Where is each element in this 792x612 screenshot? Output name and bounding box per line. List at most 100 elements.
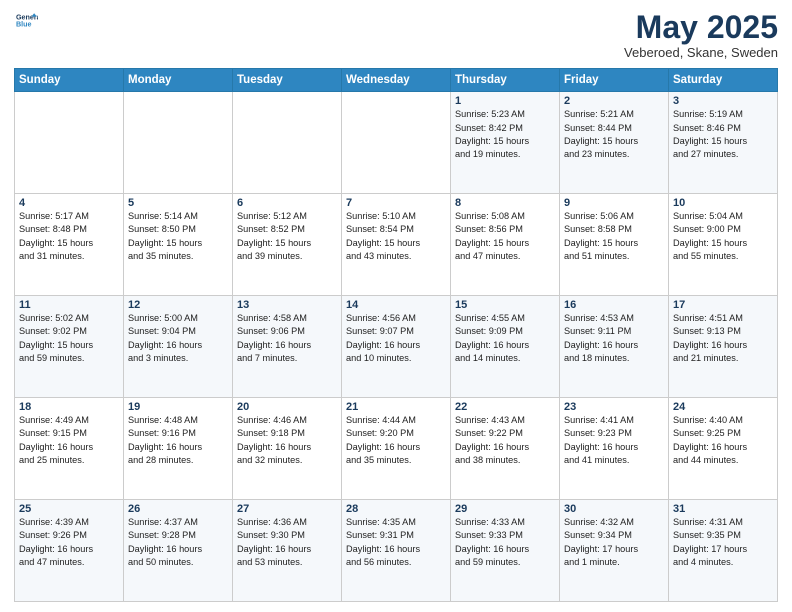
calendar-week-3: 11Sunrise: 5:02 AM Sunset: 9:02 PM Dayli…	[15, 296, 778, 398]
day-info: Sunrise: 4:48 AM Sunset: 9:16 PM Dayligh…	[128, 414, 228, 467]
calendar-cell: 16Sunrise: 4:53 AM Sunset: 9:11 PM Dayli…	[560, 296, 669, 398]
day-number: 1	[455, 95, 555, 107]
day-info: Sunrise: 4:53 AM Sunset: 9:11 PM Dayligh…	[564, 312, 664, 365]
calendar-cell	[15, 92, 124, 194]
day-info: Sunrise: 4:43 AM Sunset: 9:22 PM Dayligh…	[455, 414, 555, 467]
day-number: 19	[128, 401, 228, 413]
calendar-week-1: 1Sunrise: 5:23 AM Sunset: 8:42 PM Daylig…	[15, 92, 778, 194]
day-number: 8	[455, 197, 555, 209]
day-number: 20	[237, 401, 337, 413]
logo: General Blue	[14, 10, 38, 37]
day-info: Sunrise: 5:14 AM Sunset: 8:50 PM Dayligh…	[128, 210, 228, 263]
day-number: 13	[237, 299, 337, 311]
day-number: 10	[673, 197, 773, 209]
day-number: 28	[346, 503, 446, 515]
location: Veberoed, Skane, Sweden	[624, 45, 778, 60]
calendar-cell: 5Sunrise: 5:14 AM Sunset: 8:50 PM Daylig…	[124, 194, 233, 296]
day-info: Sunrise: 5:12 AM Sunset: 8:52 PM Dayligh…	[237, 210, 337, 263]
calendar-cell: 14Sunrise: 4:56 AM Sunset: 9:07 PM Dayli…	[342, 296, 451, 398]
day-info: Sunrise: 5:06 AM Sunset: 8:58 PM Dayligh…	[564, 210, 664, 263]
calendar-cell	[342, 92, 451, 194]
day-info: Sunrise: 4:51 AM Sunset: 9:13 PM Dayligh…	[673, 312, 773, 365]
weekday-header-wednesday: Wednesday	[342, 69, 451, 92]
day-number: 3	[673, 95, 773, 107]
day-number: 9	[564, 197, 664, 209]
day-info: Sunrise: 4:55 AM Sunset: 9:09 PM Dayligh…	[455, 312, 555, 365]
calendar-cell: 29Sunrise: 4:33 AM Sunset: 9:33 PM Dayli…	[451, 500, 560, 602]
day-info: Sunrise: 5:10 AM Sunset: 8:54 PM Dayligh…	[346, 210, 446, 263]
calendar-cell: 20Sunrise: 4:46 AM Sunset: 9:18 PM Dayli…	[233, 398, 342, 500]
calendar-cell: 12Sunrise: 5:00 AM Sunset: 9:04 PM Dayli…	[124, 296, 233, 398]
month-title: May 2025	[624, 10, 778, 45]
day-info: Sunrise: 5:23 AM Sunset: 8:42 PM Dayligh…	[455, 108, 555, 161]
weekday-header-friday: Friday	[560, 69, 669, 92]
calendar-cell: 26Sunrise: 4:37 AM Sunset: 9:28 PM Dayli…	[124, 500, 233, 602]
day-number: 23	[564, 401, 664, 413]
day-number: 21	[346, 401, 446, 413]
page: General Blue May 2025 Veberoed, Skane, S…	[0, 0, 792, 612]
calendar-week-4: 18Sunrise: 4:49 AM Sunset: 9:15 PM Dayli…	[15, 398, 778, 500]
calendar-cell: 28Sunrise: 4:35 AM Sunset: 9:31 PM Dayli…	[342, 500, 451, 602]
weekday-header-row: SundayMondayTuesdayWednesdayThursdayFrid…	[15, 69, 778, 92]
title-block: May 2025 Veberoed, Skane, Sweden	[624, 10, 778, 60]
calendar-week-2: 4Sunrise: 5:17 AM Sunset: 8:48 PM Daylig…	[15, 194, 778, 296]
day-number: 18	[19, 401, 119, 413]
day-info: Sunrise: 4:41 AM Sunset: 9:23 PM Dayligh…	[564, 414, 664, 467]
calendar-cell: 8Sunrise: 5:08 AM Sunset: 8:56 PM Daylig…	[451, 194, 560, 296]
day-number: 5	[128, 197, 228, 209]
day-info: Sunrise: 4:39 AM Sunset: 9:26 PM Dayligh…	[19, 516, 119, 569]
day-number: 25	[19, 503, 119, 515]
calendar-cell: 7Sunrise: 5:10 AM Sunset: 8:54 PM Daylig…	[342, 194, 451, 296]
calendar-cell: 18Sunrise: 4:49 AM Sunset: 9:15 PM Dayli…	[15, 398, 124, 500]
calendar-cell: 15Sunrise: 4:55 AM Sunset: 9:09 PM Dayli…	[451, 296, 560, 398]
day-info: Sunrise: 5:02 AM Sunset: 9:02 PM Dayligh…	[19, 312, 119, 365]
day-info: Sunrise: 4:49 AM Sunset: 9:15 PM Dayligh…	[19, 414, 119, 467]
calendar-week-5: 25Sunrise: 4:39 AM Sunset: 9:26 PM Dayli…	[15, 500, 778, 602]
day-info: Sunrise: 4:37 AM Sunset: 9:28 PM Dayligh…	[128, 516, 228, 569]
day-info: Sunrise: 5:17 AM Sunset: 8:48 PM Dayligh…	[19, 210, 119, 263]
day-number: 26	[128, 503, 228, 515]
day-info: Sunrise: 4:31 AM Sunset: 9:35 PM Dayligh…	[673, 516, 773, 569]
day-info: Sunrise: 4:32 AM Sunset: 9:34 PM Dayligh…	[564, 516, 664, 569]
day-info: Sunrise: 4:58 AM Sunset: 9:06 PM Dayligh…	[237, 312, 337, 365]
day-number: 16	[564, 299, 664, 311]
day-info: Sunrise: 4:36 AM Sunset: 9:30 PM Dayligh…	[237, 516, 337, 569]
day-info: Sunrise: 5:08 AM Sunset: 8:56 PM Dayligh…	[455, 210, 555, 263]
calendar-cell: 19Sunrise: 4:48 AM Sunset: 9:16 PM Dayli…	[124, 398, 233, 500]
calendar-cell: 25Sunrise: 4:39 AM Sunset: 9:26 PM Dayli…	[15, 500, 124, 602]
calendar-table: SundayMondayTuesdayWednesdayThursdayFrid…	[14, 68, 778, 602]
calendar-cell: 31Sunrise: 4:31 AM Sunset: 9:35 PM Dayli…	[669, 500, 778, 602]
day-number: 2	[564, 95, 664, 107]
day-number: 27	[237, 503, 337, 515]
calendar-cell: 11Sunrise: 5:02 AM Sunset: 9:02 PM Dayli…	[15, 296, 124, 398]
calendar-cell: 24Sunrise: 4:40 AM Sunset: 9:25 PM Dayli…	[669, 398, 778, 500]
calendar-cell: 6Sunrise: 5:12 AM Sunset: 8:52 PM Daylig…	[233, 194, 342, 296]
day-info: Sunrise: 4:40 AM Sunset: 9:25 PM Dayligh…	[673, 414, 773, 467]
day-number: 6	[237, 197, 337, 209]
calendar-cell: 3Sunrise: 5:19 AM Sunset: 8:46 PM Daylig…	[669, 92, 778, 194]
day-number: 12	[128, 299, 228, 311]
day-number: 22	[455, 401, 555, 413]
calendar-cell: 2Sunrise: 5:21 AM Sunset: 8:44 PM Daylig…	[560, 92, 669, 194]
calendar-body: 1Sunrise: 5:23 AM Sunset: 8:42 PM Daylig…	[15, 92, 778, 602]
day-info: Sunrise: 5:00 AM Sunset: 9:04 PM Dayligh…	[128, 312, 228, 365]
calendar-cell: 21Sunrise: 4:44 AM Sunset: 9:20 PM Dayli…	[342, 398, 451, 500]
calendar-cell	[124, 92, 233, 194]
calendar-cell: 23Sunrise: 4:41 AM Sunset: 9:23 PM Dayli…	[560, 398, 669, 500]
calendar-cell: 10Sunrise: 5:04 AM Sunset: 9:00 PM Dayli…	[669, 194, 778, 296]
svg-text:Blue: Blue	[16, 21, 32, 29]
calendar-cell: 13Sunrise: 4:58 AM Sunset: 9:06 PM Dayli…	[233, 296, 342, 398]
day-number: 14	[346, 299, 446, 311]
calendar-cell	[233, 92, 342, 194]
day-info: Sunrise: 4:44 AM Sunset: 9:20 PM Dayligh…	[346, 414, 446, 467]
weekday-header-tuesday: Tuesday	[233, 69, 342, 92]
calendar-cell: 17Sunrise: 4:51 AM Sunset: 9:13 PM Dayli…	[669, 296, 778, 398]
day-info: Sunrise: 5:04 AM Sunset: 9:00 PM Dayligh…	[673, 210, 773, 263]
calendar-cell: 22Sunrise: 4:43 AM Sunset: 9:22 PM Dayli…	[451, 398, 560, 500]
day-info: Sunrise: 4:35 AM Sunset: 9:31 PM Dayligh…	[346, 516, 446, 569]
day-info: Sunrise: 4:56 AM Sunset: 9:07 PM Dayligh…	[346, 312, 446, 365]
day-number: 4	[19, 197, 119, 209]
weekday-header-sunday: Sunday	[15, 69, 124, 92]
header: General Blue May 2025 Veberoed, Skane, S…	[14, 10, 778, 60]
calendar-cell: 30Sunrise: 4:32 AM Sunset: 9:34 PM Dayli…	[560, 500, 669, 602]
